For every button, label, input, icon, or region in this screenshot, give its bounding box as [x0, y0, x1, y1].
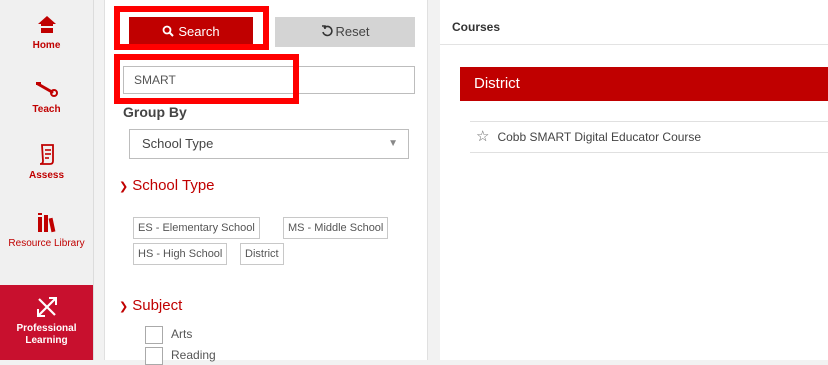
- group-by-value: School Type: [142, 136, 214, 151]
- dropdown-arrow-icon: ▼: [388, 138, 398, 149]
- star-icon[interactable]: ☆: [476, 122, 489, 152]
- group-by-select[interactable]: School Type ▼: [129, 129, 409, 159]
- nav-item-professional-learning[interactable]: Professional Learning: [0, 285, 93, 360]
- left-nav: Home Teach Assess Resource Library Profe…: [0, 0, 94, 360]
- home-icon: [37, 16, 56, 33]
- search-input[interactable]: SMART: [123, 66, 415, 94]
- assess-icon: [39, 144, 54, 165]
- nav-label: Resource Library: [8, 238, 85, 249]
- section-heading: School Type: [132, 177, 215, 194]
- search-button[interactable]: Search: [129, 17, 253, 47]
- subject-label: Arts: [171, 327, 193, 342]
- subject-option[interactable]: Reading: [145, 347, 216, 365]
- subject-option[interactable]: Arts: [145, 326, 192, 344]
- reset-button[interactable]: Reset: [275, 17, 415, 47]
- subject-section-toggle[interactable]: ❯ Subject: [119, 297, 182, 314]
- nav-label: Home: [32, 40, 61, 51]
- search-icon: [162, 18, 175, 48]
- chevron-down-icon: ❯: [119, 181, 129, 193]
- school-type-chip[interactable]: ES - Elementary School: [133, 217, 260, 239]
- reset-icon: [321, 18, 333, 48]
- nav-label: Assess: [28, 170, 65, 181]
- chevron-down-icon: ❯: [119, 301, 129, 313]
- teach-icon: [35, 82, 58, 97]
- nav-item-assess[interactable]: Assess: [0, 142, 93, 182]
- group-heading-district[interactable]: District: [460, 67, 828, 101]
- school-type-section-toggle[interactable]: ❯ School Type: [119, 177, 215, 194]
- checkbox[interactable]: [145, 326, 163, 344]
- courses-panel: Courses District ☆ Cobb SMART Digital Edu…: [440, 0, 828, 360]
- section-heading: Subject: [132, 297, 183, 314]
- nav-item-resource-library[interactable]: Resource Library: [0, 212, 93, 250]
- subject-label: Reading: [171, 348, 216, 363]
- checkbox[interactable]: [145, 347, 163, 365]
- filter-panel: Search Reset SMART Group By School Type …: [104, 0, 428, 365]
- courses-title: Courses: [452, 20, 501, 34]
- group-by-label: Group By: [123, 104, 187, 120]
- resource-library-icon: [37, 213, 55, 233]
- nav-item-home[interactable]: Home: [0, 14, 93, 52]
- divider: [440, 44, 828, 45]
- school-type-chip[interactable]: MS - Middle School: [283, 217, 389, 239]
- course-list-item[interactable]: ☆ Cobb SMART Digital Educator Course: [470, 121, 828, 153]
- reset-button-label: Reset: [335, 24, 370, 39]
- professional-learning-icon: [36, 297, 57, 317]
- nav-item-teach[interactable]: Teach: [0, 78, 93, 116]
- nav-label: Teach: [32, 104, 61, 115]
- search-button-label: Search: [178, 24, 220, 39]
- nav-label: Professional Learning: [16, 323, 77, 346]
- school-type-chip[interactable]: District: [240, 243, 284, 265]
- school-type-chip[interactable]: HS - High School: [133, 243, 228, 265]
- course-name: Cobb SMART Digital Educator Course: [497, 130, 702, 144]
